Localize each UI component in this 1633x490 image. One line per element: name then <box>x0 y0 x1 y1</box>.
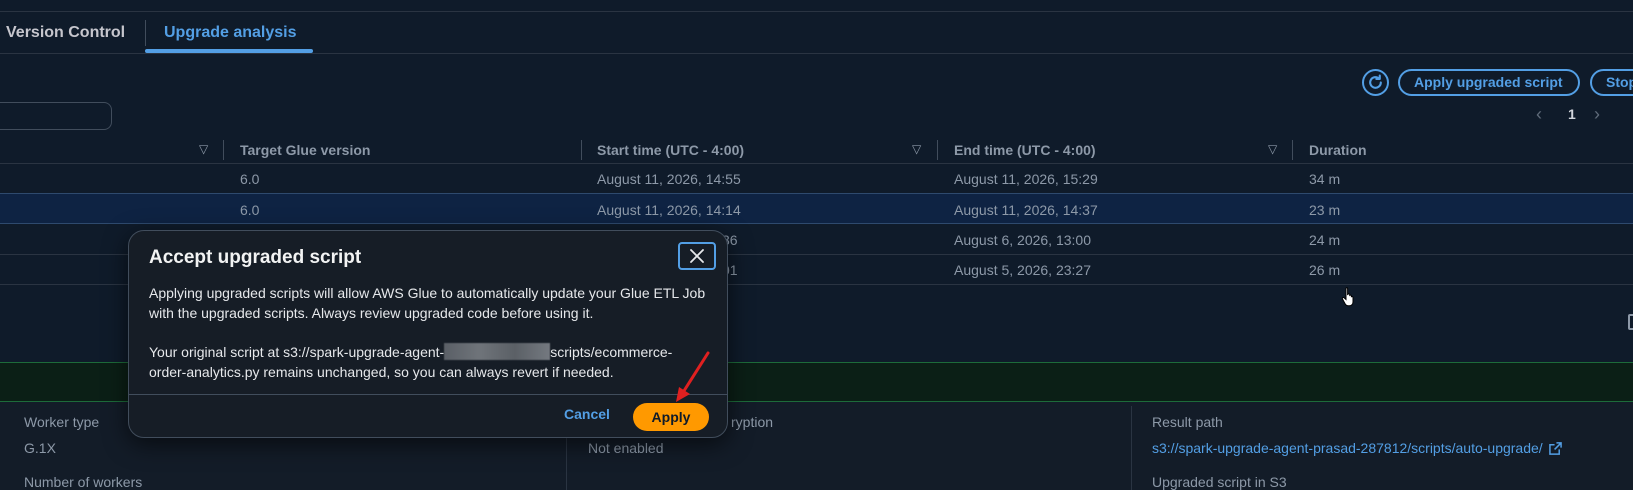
chevron-left-icon[interactable]: ‹ <box>1536 104 1542 125</box>
close-button[interactable] <box>678 242 716 270</box>
refresh-button[interactable] <box>1362 69 1389 96</box>
filter-input[interactable] <box>0 102 112 130</box>
column-separator <box>937 140 938 160</box>
table-row-selected[interactable]: 6.0 August 11, 2026, 14:14 August 11, 20… <box>0 193 1633 224</box>
active-tab-indicator <box>145 49 313 53</box>
cell-duration: 34 m <box>1309 171 1341 187</box>
cell-duration: 24 m <box>1309 232 1341 248</box>
encryption-label: ryption <box>731 414 774 430</box>
column-separator <box>223 140 224 160</box>
column-header-start-time[interactable]: Start time (UTC - 4:00) <box>597 142 744 158</box>
column-header-end-time[interactable]: End time (UTC - 4:00) <box>954 142 1096 158</box>
tab-version-control[interactable]: Version Control <box>6 12 125 54</box>
tab-divider <box>145 20 146 46</box>
column-separator <box>581 140 582 160</box>
worker-type-label: Worker type <box>24 414 100 430</box>
number-of-workers-label: Number of workers <box>24 474 143 490</box>
modal-title: Accept upgraded script <box>149 247 362 268</box>
modal-paragraph-1: Applying upgraded scripts will allow AWS… <box>149 285 706 321</box>
column-separator <box>1131 406 1132 490</box>
encryption-value: Not enabled <box>588 440 664 456</box>
top-bar <box>0 0 1633 12</box>
script-path-prefix: Your original script at s3://spark-upgra… <box>149 344 445 360</box>
table-header: ▽ Target Glue version Start time (UTC - … <box>0 136 1633 164</box>
tab-bar: Version Control Upgrade analysis <box>0 12 1633 54</box>
cell-duration: 26 m <box>1309 262 1341 278</box>
table-row[interactable]: 6.0 August 11, 2026, 14:55 August 11, 20… <box>0 163 1633 194</box>
refresh-icon <box>1369 74 1382 89</box>
page-number[interactable]: 1 <box>1568 106 1576 122</box>
sort-icon[interactable]: ▽ <box>199 142 208 156</box>
hand-cursor-icon <box>1341 287 1354 307</box>
cell-target-version: 6.0 <box>240 171 260 187</box>
sort-icon[interactable]: ▽ <box>912 142 921 156</box>
modal-body: Applying upgraded scripts will allow AWS… <box>149 283 709 401</box>
tab-upgrade-analysis[interactable]: Upgrade analysis <box>164 12 297 54</box>
stop-button[interactable]: Stop <box>1590 69 1633 96</box>
annotation-arrow-icon <box>676 351 710 402</box>
panel-toggle-icon[interactable] <box>1628 314 1633 330</box>
cell-duration: 23 m <box>1309 202 1341 218</box>
close-icon <box>690 249 704 263</box>
worker-type-value: G.1X <box>24 440 56 456</box>
cell-end-time: August 5, 2026, 23:27 <box>954 262 1091 278</box>
result-path-label: Result path <box>1152 414 1223 430</box>
result-path-link[interactable]: s3://spark-upgrade-agent-prasad-287812/s… <box>1152 440 1562 456</box>
column-header-duration[interactable]: Duration <box>1309 142 1367 158</box>
column-separator <box>1292 140 1293 160</box>
cell-end-time: August 6, 2026, 13:00 <box>954 232 1091 248</box>
result-path-value: s3://spark-upgrade-agent-prasad-287812/s… <box>1152 440 1543 456</box>
upgraded-script-label: Upgraded script in S3 <box>1152 474 1287 490</box>
redacted-text <box>444 343 551 360</box>
modal-paragraph-2: Your original script at s3://spark-upgra… <box>149 342 709 382</box>
modal-divider <box>129 394 727 395</box>
accept-upgraded-script-modal: Accept upgraded script Applying upgraded… <box>128 230 728 438</box>
chevron-right-icon[interactable]: › <box>1594 104 1600 125</box>
column-header-target-glue-version[interactable]: Target Glue version <box>240 142 370 158</box>
cell-start-time: August 11, 2026, 14:14 <box>597 202 741 218</box>
cell-end-time: August 11, 2026, 14:37 <box>954 202 1098 218</box>
apply-upgraded-script-button[interactable]: Apply upgraded script <box>1398 69 1580 96</box>
sort-icon[interactable]: ▽ <box>1268 142 1277 156</box>
apply-button[interactable]: Apply <box>633 403 709 431</box>
cancel-button[interactable]: Cancel <box>564 406 610 422</box>
cell-target-version: 6.0 <box>240 202 260 218</box>
external-link-icon <box>1548 442 1562 455</box>
cell-end-time: August 11, 2026, 15:29 <box>954 171 1098 187</box>
cell-start-time: August 11, 2026, 14:55 <box>597 171 741 187</box>
